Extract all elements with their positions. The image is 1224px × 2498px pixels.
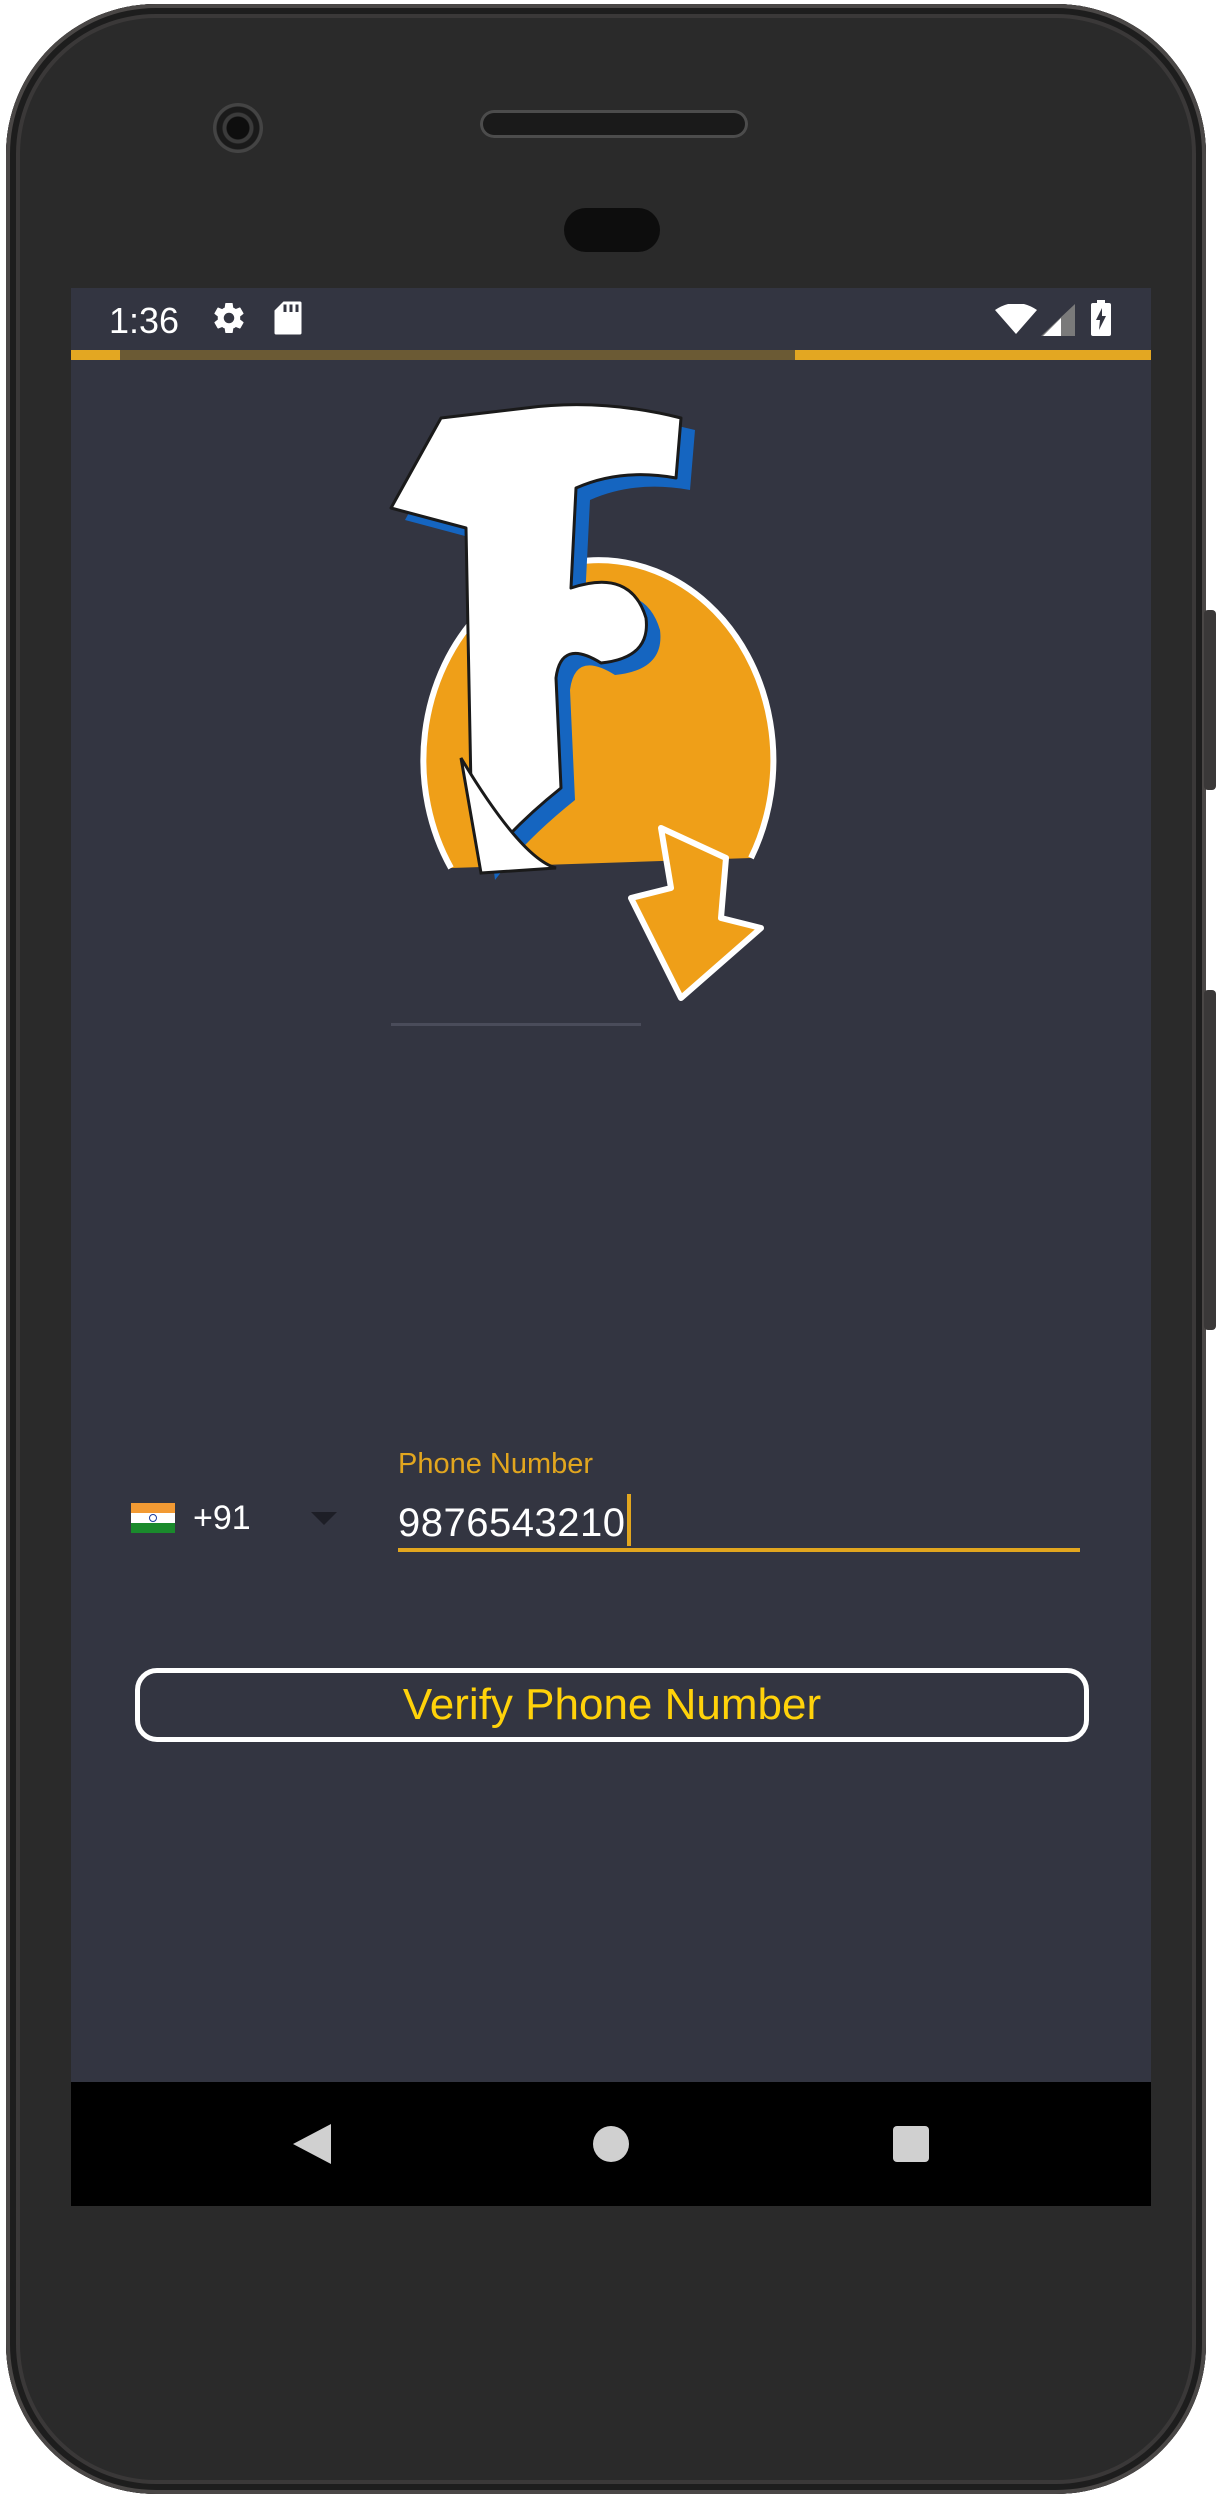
status-time: 1:36 (109, 300, 180, 341)
gear-icon (214, 303, 244, 334)
wifi-icon (995, 304, 1037, 334)
chevron-down-icon[interactable] (311, 1512, 337, 1525)
country-code-picker[interactable]: +91 (131, 1488, 341, 1548)
back-icon[interactable] (291, 2122, 333, 2166)
text-cursor (627, 1494, 632, 1546)
recents-icon[interactable] (893, 2126, 929, 2162)
sd-card-icon (274, 301, 302, 335)
phone-number-text: 9876543210 (398, 1501, 626, 1545)
verify-phone-button[interactable]: Verify Phone Number (135, 1668, 1089, 1742)
status-bar: 1:36 (71, 288, 1151, 352)
india-flag-icon (131, 1503, 175, 1533)
battery-charging-icon (1091, 300, 1111, 336)
progress-segment-1 (71, 350, 120, 360)
screen: 1:36 +91 Phone Number 9876543210 Verify … (71, 288, 1151, 2206)
phone-number-label: Phone Number (398, 1448, 594, 1480)
proximity-sensor (564, 208, 660, 252)
front-camera (213, 103, 263, 153)
phone-frame: 1:36 +91 Phone Number 9876543210 Verify … (6, 4, 1206, 2494)
home-icon[interactable] (593, 2126, 629, 2162)
phone-number-value[interactable]: 9876543210 (398, 1494, 632, 1546)
navigation-bar (71, 2082, 1151, 2206)
signal-icon (1041, 304, 1075, 336)
earpiece-speaker (480, 110, 748, 138)
progress-segment-2 (794, 350, 1151, 360)
dial-code: +91 (193, 1498, 251, 1537)
volume-button (1204, 990, 1216, 1330)
app-logo (389, 403, 777, 1026)
power-button (1204, 610, 1216, 790)
loading-progress-bar (71, 350, 1151, 360)
phone-number-input[interactable]: 9876543210 (398, 1480, 1080, 1552)
